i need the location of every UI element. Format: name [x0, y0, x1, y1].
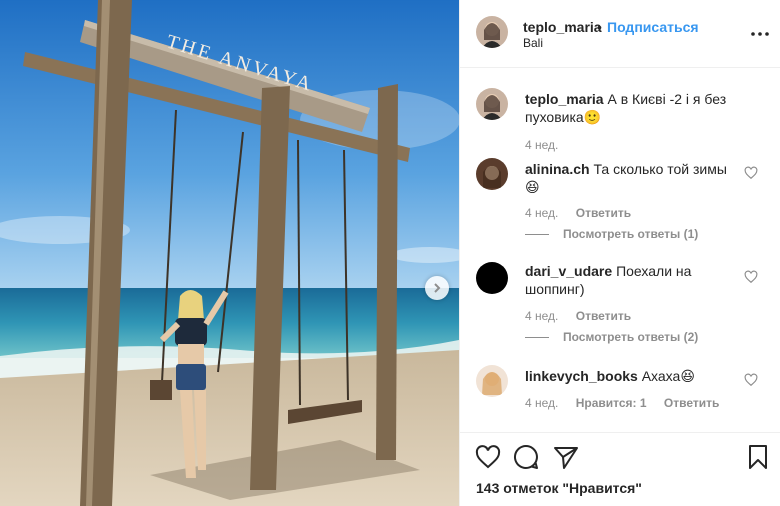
likes-count[interactable]: 143 отметок "Нравится"	[476, 480, 642, 496]
comment-like-heart-icon[interactable]	[744, 166, 758, 180]
reply-button[interactable]: Ответить	[576, 206, 631, 220]
view-replies-label: Посмотреть ответы (1)	[563, 227, 699, 241]
caption-text-block: teplo_maria А в Києві -2 і я без пуховик…	[525, 90, 740, 126]
comment-meta: 4 нед. Ответить	[525, 206, 645, 220]
caption-time[interactable]: 4 нед.	[525, 138, 558, 152]
commenter-username[interactable]: dari_v_udare	[525, 263, 612, 279]
comment-likes-count[interactable]: Нравится: 1	[576, 396, 647, 410]
comment-text: Ахаха😆	[641, 368, 695, 384]
view-replies-button[interactable]: Посмотреть ответы (2)	[525, 330, 698, 344]
caption-username[interactable]: teplo_maria	[525, 91, 604, 107]
heart-icon[interactable]	[474, 443, 502, 471]
commenter-avatar[interactable]	[476, 158, 508, 190]
commenter-avatar[interactable]	[476, 262, 508, 294]
comment-text-block: linkevych_books Ахаха😆	[525, 367, 740, 385]
post-actions: 143 отметок "Нравится"	[460, 432, 780, 506]
post-header: teplo_maria • Подписаться Bali	[460, 0, 780, 68]
view-replies-button[interactable]: Посмотреть ответы (1)	[525, 227, 698, 241]
replies-divider	[525, 337, 549, 339]
more-horizontal-icon	[751, 32, 769, 36]
comment-text-block: alinina.ch Та сколько той зимы 😆	[525, 160, 740, 196]
comment-time[interactable]: 4 нед.	[525, 396, 558, 410]
comment-like-heart-icon[interactable]	[744, 270, 758, 284]
commenter-avatar[interactable]	[476, 365, 508, 397]
instagram-post-view: THE ANVAYA teplo_maria • Подписаться Bal…	[0, 0, 780, 506]
post-side-panel: teplo_maria • Подписаться Bali teplo_mar…	[459, 0, 780, 506]
share-icon[interactable]	[552, 443, 580, 471]
beach-swing-photo: THE ANVAYA	[0, 0, 459, 506]
reply-button[interactable]: Ответить	[576, 309, 631, 323]
comment-meta: 4 нед. Нравится: 1 Ответить	[525, 396, 733, 410]
commenter-username[interactable]: alinina.ch	[525, 161, 590, 177]
comment-meta: 4 нед. Ответить	[525, 309, 645, 323]
comment-time[interactable]: 4 нед.	[525, 206, 558, 220]
post-photo[interactable]: THE ANVAYA	[0, 0, 459, 506]
chevron-right-icon	[434, 283, 441, 293]
comment-time[interactable]: 4 нед.	[525, 309, 558, 323]
caption-avatar[interactable]	[476, 88, 508, 120]
follow-button[interactable]: Подписаться	[607, 19, 699, 35]
replies-divider	[525, 234, 549, 236]
author-avatar[interactable]	[476, 16, 508, 48]
author-username[interactable]: teplo_maria	[523, 19, 602, 35]
caption-meta: 4 нед.	[525, 138, 572, 152]
next-photo-button[interactable]	[425, 276, 449, 300]
bookmark-icon[interactable]	[744, 443, 772, 471]
commenter-username[interactable]: linkevych_books	[525, 368, 638, 384]
view-replies-label: Посмотреть ответы (2)	[563, 330, 699, 344]
comment-like-heart-icon[interactable]	[744, 373, 758, 387]
more-options-button[interactable]	[748, 22, 772, 46]
reply-button[interactable]: Ответить	[664, 396, 719, 410]
location-link[interactable]: Bali	[523, 36, 543, 50]
comment-icon[interactable]	[512, 443, 540, 471]
comment-text-block: dari_v_udare Поехали на шоппинг)	[525, 262, 740, 298]
separator-dot: •	[597, 19, 602, 35]
